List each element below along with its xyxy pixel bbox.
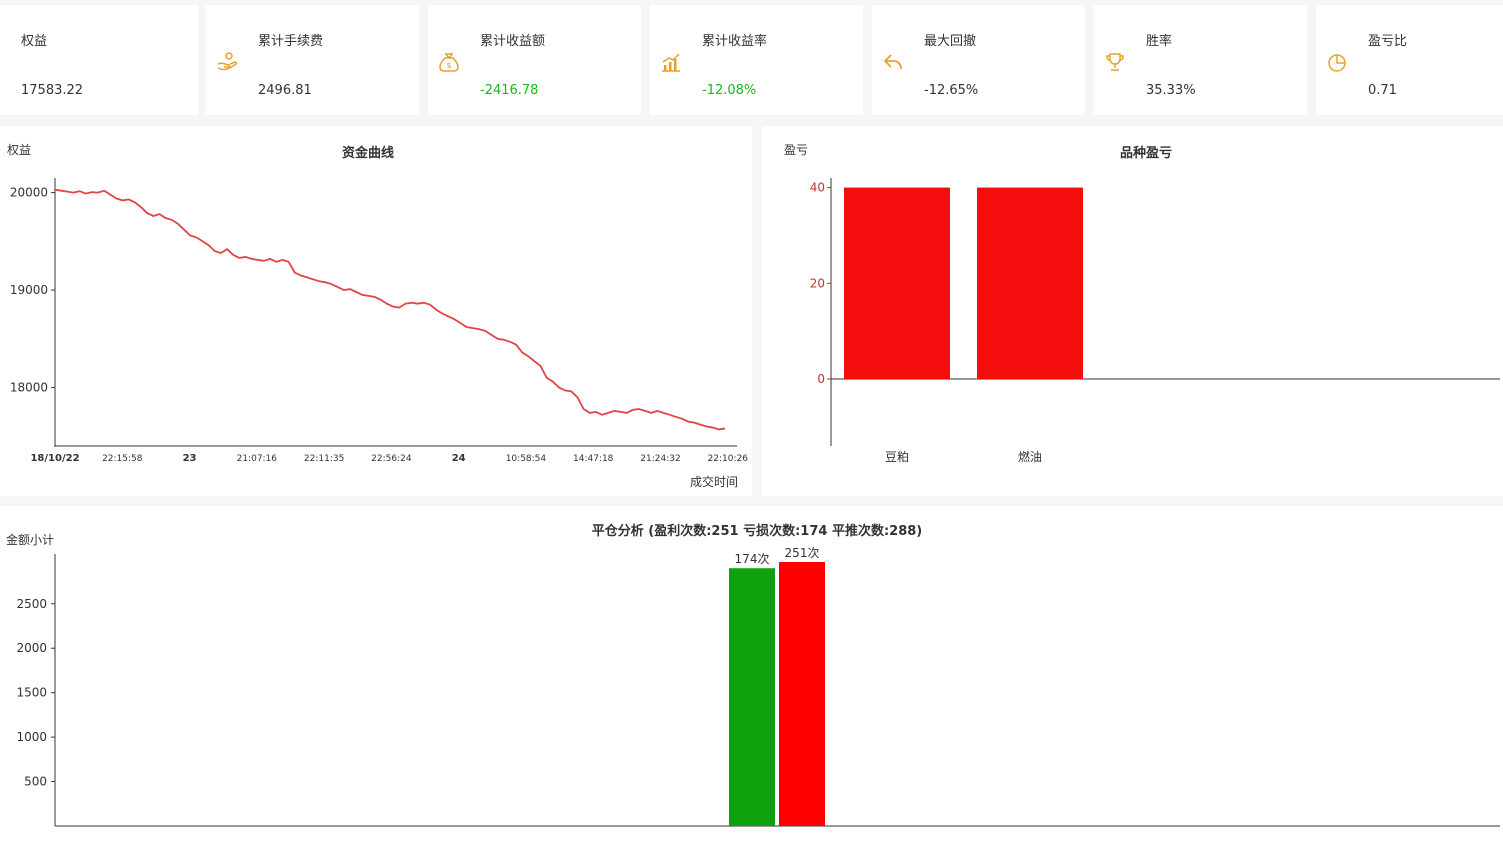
stat-value: -2416.78 <box>480 83 539 98</box>
stat-value: 0.71 <box>1368 83 1397 98</box>
stat-card-3: 累计收益率 -12.08% <box>650 5 863 115</box>
equity-x-tick-label: 18/10/22 <box>30 453 79 464</box>
rising-chart-icon <box>660 51 682 73</box>
equity-x-tick-label: 21:07:16 <box>237 454 278 464</box>
close-y-axis-label: 金额小计 <box>6 532 54 547</box>
equity-x-tick-label: 24 <box>452 453 466 464</box>
equity-x-tick-label: 22:11:35 <box>304 454 344 464</box>
equity-x-tick-label: 21:24:32 <box>640 454 680 464</box>
close-analysis-chart: 平仓分析 (盈利次数:251 亏损次数:174 平推次数:288) 金额小计 5… <box>6 523 1500 827</box>
trophy-icon <box>1104 51 1126 73</box>
stat-card-1: 累计手续费 2496.81 <box>206 5 419 115</box>
close-analysis-panel: 平仓分析 (盈利次数:251 亏损次数:174 平推次数:288) 金额小计 5… <box>0 506 1503 842</box>
variety-bar <box>977 187 1083 379</box>
close-bar <box>729 568 775 826</box>
variety-category-label: 豆粕 <box>885 449 909 464</box>
variety-y-tick-label: 20 <box>810 276 825 290</box>
equity-y-axis-label: 权益 <box>7 143 31 157</box>
equity-x-tick-label: 14:47:18 <box>573 454 614 464</box>
equity-series-line <box>54 188 726 431</box>
close-y-tick-label: 1500 <box>16 686 47 700</box>
svg-text:$: $ <box>446 61 451 70</box>
stat-value: -12.65% <box>924 83 979 98</box>
stat-label: 最大回撤 <box>924 34 977 49</box>
equity-y-tick-label: 20000 <box>10 186 48 200</box>
stat-card-0: 权益 17583.22 <box>0 5 198 115</box>
close-bar-label: 251次 <box>785 546 820 560</box>
stat-card-4: 最大回撤 -12.65% <box>872 5 1085 115</box>
close-y-tick-label: 500 <box>24 775 47 789</box>
stat-label: 累计收益率 <box>702 34 768 49</box>
stat-value: 2496.81 <box>258 83 312 98</box>
close-y-tick-label: 2500 <box>16 597 47 611</box>
equity-chart-title: 资金曲线 <box>342 145 394 161</box>
variety-pnl-chart: 品种盈亏 盈亏 0 20 40 豆粕 燃油 <box>784 143 1500 464</box>
variety-y-axis-label: 盈亏 <box>784 143 808 157</box>
stat-value: -12.08% <box>702 83 757 98</box>
variety-y-tick-label: 0 <box>817 372 825 386</box>
stat-card-5: 胜率 35.33% <box>1094 5 1307 115</box>
equity-x-tick-label: 23 <box>183 453 197 464</box>
stat-value: 17583.22 <box>21 83 84 98</box>
variety-y-tick-label: 40 <box>810 181 825 195</box>
stat-label: 累计收益额 <box>480 34 546 49</box>
equity-x-tick-label: 22:10:26 <box>708 454 749 464</box>
variety-bar <box>844 187 950 379</box>
equity-x-axis-label: 成交时间 <box>690 474 738 489</box>
variety-chart-title: 品种盈亏 <box>1120 145 1172 161</box>
close-bar <box>779 562 825 826</box>
equity-curve-chart: 资金曲线 权益 成交时间 18000 19000 20000 18/10/22 22:1… <box>7 143 749 489</box>
stat-label: 权益 <box>21 34 48 49</box>
variety-category-label: 燃油 <box>1018 449 1042 464</box>
close-bar-label: 174次 <box>735 552 770 566</box>
stat-value: 35.33% <box>1146 83 1196 98</box>
equity-x-tick-label: 22:56:24 <box>371 454 412 464</box>
equity-x-tick-label: 22:15:58 <box>102 454 143 464</box>
money-bag-icon: $ <box>438 51 460 73</box>
stat-label: 累计手续费 <box>258 34 324 49</box>
close-y-tick-label: 1000 <box>16 730 47 744</box>
pie-chart-icon <box>1326 51 1348 73</box>
equity-y-tick-label: 18000 <box>10 381 48 395</box>
stat-card-6: 盈亏比 0.71 <box>1316 5 1503 115</box>
close-y-tick-label: 2000 <box>16 641 47 655</box>
coins-icon <box>0 51 3 73</box>
equity-curve-panel: 资金曲线 权益 成交时间 18000 19000 20000 18/10/22 22:1… <box>0 126 752 496</box>
stat-label: 盈亏比 <box>1368 34 1408 49</box>
hand-coin-icon <box>216 51 238 73</box>
stat-card-2: $ 累计收益额 -2416.78 <box>428 5 641 115</box>
equity-y-tick-label: 19000 <box>10 283 48 297</box>
equity-x-tick-label: 10:58:54 <box>506 454 547 464</box>
variety-pnl-panel: 品种盈亏 盈亏 0 20 40 豆粕 燃油 <box>762 126 1503 496</box>
close-chart-title: 平仓分析 (盈利次数:251 亏损次数:174 平推次数:288) <box>592 523 922 539</box>
stat-label: 胜率 <box>1146 34 1173 49</box>
undo-arrow-icon <box>882 51 904 73</box>
